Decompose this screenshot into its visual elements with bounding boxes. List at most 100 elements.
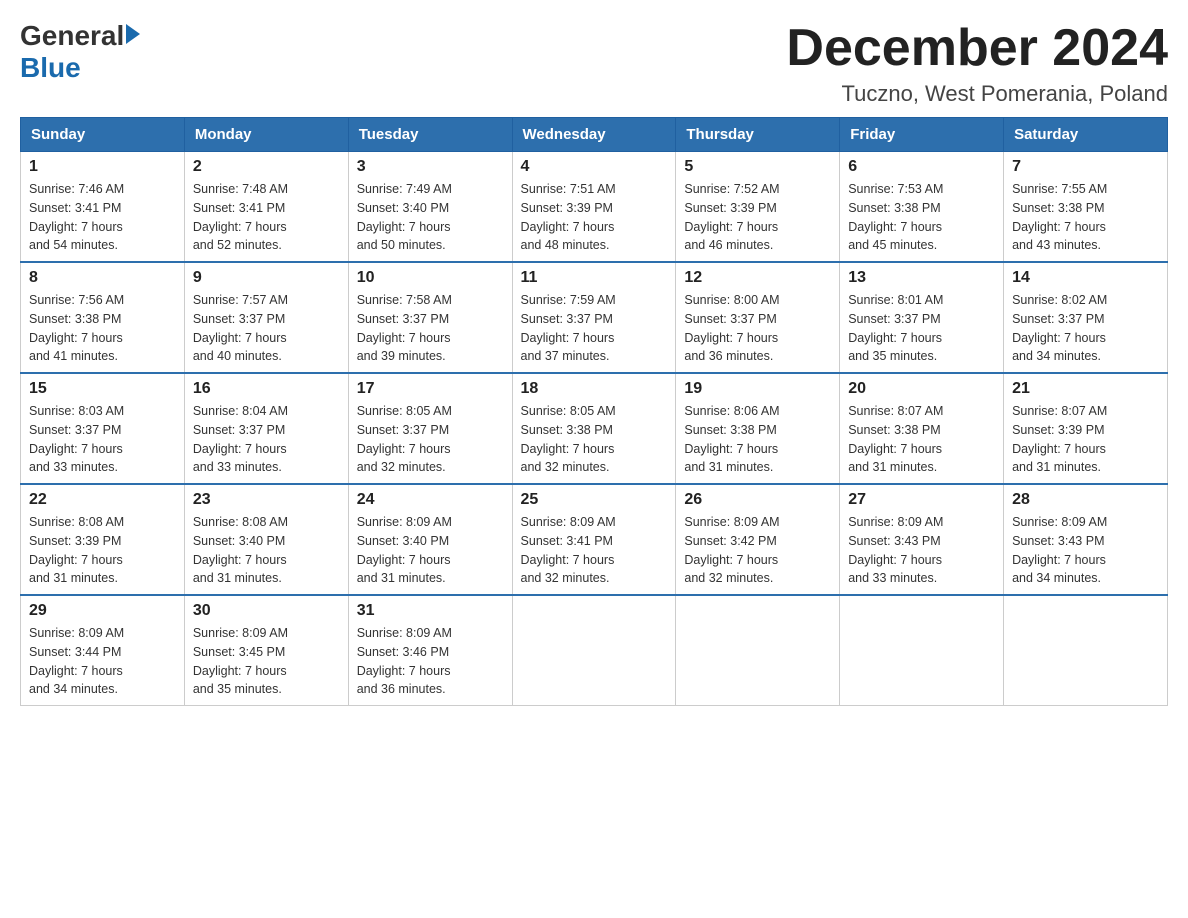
day-info: Sunrise: 8:09 AMSunset: 3:46 PMDaylight:…	[357, 624, 504, 699]
day-number: 29	[29, 602, 176, 620]
day-number: 24	[357, 491, 504, 509]
calendar-header-tuesday: Tuesday	[348, 118, 512, 152]
calendar-header-sunday: Sunday	[21, 118, 185, 152]
calendar-week-row: 22Sunrise: 8:08 AMSunset: 3:39 PMDayligh…	[21, 484, 1168, 595]
day-info: Sunrise: 8:09 AMSunset: 3:43 PMDaylight:…	[848, 513, 995, 588]
calendar-cell: 31 Sunrise: 8:09 AMSunset: 3:46 PMDayligh…	[348, 595, 512, 706]
page-header: General Blue December 2024 Tuczno, West …	[20, 20, 1168, 107]
day-number: 21	[1012, 380, 1159, 398]
calendar-cell: 12 Sunrise: 8:00 AMSunset: 3:37 PMDayligh…	[676, 262, 840, 373]
calendar-cell: 19 Sunrise: 8:06 AMSunset: 3:38 PMDayligh…	[676, 373, 840, 484]
day-number: 8	[29, 269, 176, 287]
day-info: Sunrise: 8:09 AMSunset: 3:45 PMDaylight:…	[193, 624, 340, 699]
day-number: 17	[357, 380, 504, 398]
day-info: Sunrise: 7:56 AMSunset: 3:38 PMDaylight:…	[29, 291, 176, 366]
day-info: Sunrise: 7:53 AMSunset: 3:38 PMDaylight:…	[848, 180, 995, 255]
day-number: 27	[848, 491, 995, 509]
day-number: 5	[684, 158, 831, 176]
day-number: 16	[193, 380, 340, 398]
day-number: 26	[684, 491, 831, 509]
day-info: Sunrise: 8:03 AMSunset: 3:37 PMDaylight:…	[29, 402, 176, 477]
day-info: Sunrise: 7:55 AMSunset: 3:38 PMDaylight:…	[1012, 180, 1159, 255]
day-info: Sunrise: 8:05 AMSunset: 3:37 PMDaylight:…	[357, 402, 504, 477]
day-info: Sunrise: 8:05 AMSunset: 3:38 PMDaylight:…	[521, 402, 668, 477]
day-number: 25	[521, 491, 668, 509]
day-info: Sunrise: 7:59 AMSunset: 3:37 PMDaylight:…	[521, 291, 668, 366]
day-number: 20	[848, 380, 995, 398]
day-number: 7	[1012, 158, 1159, 176]
day-number: 3	[357, 158, 504, 176]
calendar-cell: 2Sunrise: 7:48 AMSunset: 3:41 PMDaylight…	[184, 152, 348, 263]
calendar-header-saturday: Saturday	[1004, 118, 1168, 152]
day-info: Sunrise: 8:02 AMSunset: 3:37 PMDaylight:…	[1012, 291, 1159, 366]
day-info: Sunrise: 7:58 AMSunset: 3:37 PMDaylight:…	[357, 291, 504, 366]
day-number: 12	[684, 269, 831, 287]
calendar-header-monday: Monday	[184, 118, 348, 152]
calendar-cell: 6 Sunrise: 7:53 AMSunset: 3:38 PMDaylight…	[840, 152, 1004, 263]
calendar-cell: 20 Sunrise: 8:07 AMSunset: 3:38 PMDayligh…	[840, 373, 1004, 484]
day-info: Sunrise: 7:46 AMSunset: 3:41 PMDaylight:…	[29, 180, 176, 255]
logo-triangle-icon	[126, 24, 140, 44]
day-number: 6	[848, 158, 995, 176]
day-info: Sunrise: 8:09 AMSunset: 3:42 PMDaylight:…	[684, 513, 831, 588]
day-number: 28	[1012, 491, 1159, 509]
day-number: 19	[684, 380, 831, 398]
day-info: Sunrise: 8:01 AMSunset: 3:37 PMDaylight:…	[848, 291, 995, 366]
day-number: 22	[29, 491, 176, 509]
calendar-cell: 29 Sunrise: 8:09 AMSunset: 3:44 PMDayligh…	[21, 595, 185, 706]
title-area: December 2024 Tuczno, West Pomerania, Po…	[786, 20, 1168, 107]
day-info: Sunrise: 8:04 AMSunset: 3:37 PMDaylight:…	[193, 402, 340, 477]
day-number: 14	[1012, 269, 1159, 287]
day-number: 10	[357, 269, 504, 287]
day-number: 30	[193, 602, 340, 620]
calendar-cell: 8 Sunrise: 7:56 AMSunset: 3:38 PMDaylight…	[21, 262, 185, 373]
calendar-cell: 17 Sunrise: 8:05 AMSunset: 3:37 PMDayligh…	[348, 373, 512, 484]
day-info: Sunrise: 8:07 AMSunset: 3:39 PMDaylight:…	[1012, 402, 1159, 477]
calendar-cell: 18 Sunrise: 8:05 AMSunset: 3:38 PMDayligh…	[512, 373, 676, 484]
calendar-week-row: 8 Sunrise: 7:56 AMSunset: 3:38 PMDaylight…	[21, 262, 1168, 373]
day-number: 13	[848, 269, 995, 287]
location-title: Tuczno, West Pomerania, Poland	[786, 81, 1168, 107]
month-title: December 2024	[786, 20, 1168, 77]
day-number: 4	[521, 158, 668, 176]
calendar-cell	[1004, 595, 1168, 706]
day-info: Sunrise: 8:09 AMSunset: 3:43 PMDaylight:…	[1012, 513, 1159, 588]
day-number: 2	[193, 158, 340, 176]
day-info: Sunrise: 7:52 AMSunset: 3:39 PMDaylight:…	[684, 180, 831, 255]
calendar-cell: 4 Sunrise: 7:51 AMSunset: 3:39 PMDaylight…	[512, 152, 676, 263]
day-number: 31	[357, 602, 504, 620]
calendar-cell: 27 Sunrise: 8:09 AMSunset: 3:43 PMDayligh…	[840, 484, 1004, 595]
calendar-cell: 7 Sunrise: 7:55 AMSunset: 3:38 PMDaylight…	[1004, 152, 1168, 263]
calendar-week-row: 15 Sunrise: 8:03 AMSunset: 3:37 PMDayligh…	[21, 373, 1168, 484]
calendar-cell: 14 Sunrise: 8:02 AMSunset: 3:37 PMDayligh…	[1004, 262, 1168, 373]
calendar-cell: 15 Sunrise: 8:03 AMSunset: 3:37 PMDayligh…	[21, 373, 185, 484]
calendar-week-row: 1 Sunrise: 7:46 AMSunset: 3:41 PMDaylight…	[21, 152, 1168, 263]
day-info: Sunrise: 7:49 AMSunset: 3:40 PMDaylight:…	[357, 180, 504, 255]
day-info: Sunrise: 8:00 AMSunset: 3:37 PMDaylight:…	[684, 291, 831, 366]
calendar-cell	[676, 595, 840, 706]
day-number: 11	[521, 269, 668, 287]
calendar-header-friday: Friday	[840, 118, 1004, 152]
calendar-cell: 10 Sunrise: 7:58 AMSunset: 3:37 PMDayligh…	[348, 262, 512, 373]
calendar-cell: 11 Sunrise: 7:59 AMSunset: 3:37 PMDayligh…	[512, 262, 676, 373]
day-info: Sunrise: 7:51 AMSunset: 3:39 PMDaylight:…	[521, 180, 668, 255]
calendar-cell: 24Sunrise: 8:09 AMSunset: 3:40 PMDayligh…	[348, 484, 512, 595]
calendar-cell	[840, 595, 1004, 706]
calendar-header-thursday: Thursday	[676, 118, 840, 152]
day-number: 9	[193, 269, 340, 287]
day-number: 1	[29, 158, 176, 176]
calendar-cell: 23Sunrise: 8:08 AMSunset: 3:40 PMDayligh…	[184, 484, 348, 595]
calendar-week-row: 29 Sunrise: 8:09 AMSunset: 3:44 PMDayligh…	[21, 595, 1168, 706]
calendar-cell: 22Sunrise: 8:08 AMSunset: 3:39 PMDayligh…	[21, 484, 185, 595]
day-info: Sunrise: 8:09 AMSunset: 3:44 PMDaylight:…	[29, 624, 176, 699]
logo-general-text: General	[20, 20, 124, 52]
logo-blue-text: Blue	[20, 52, 81, 84]
calendar-header-wednesday: Wednesday	[512, 118, 676, 152]
calendar-cell: 21 Sunrise: 8:07 AMSunset: 3:39 PMDayligh…	[1004, 373, 1168, 484]
day-number: 15	[29, 380, 176, 398]
day-info: Sunrise: 8:06 AMSunset: 3:38 PMDaylight:…	[684, 402, 831, 477]
day-info: Sunrise: 8:08 AMSunset: 3:40 PMDaylight:…	[193, 513, 340, 588]
day-info: Sunrise: 8:07 AMSunset: 3:38 PMDaylight:…	[848, 402, 995, 477]
calendar-table: SundayMondayTuesdayWednesdayThursdayFrid…	[20, 117, 1168, 706]
day-number: 18	[521, 380, 668, 398]
